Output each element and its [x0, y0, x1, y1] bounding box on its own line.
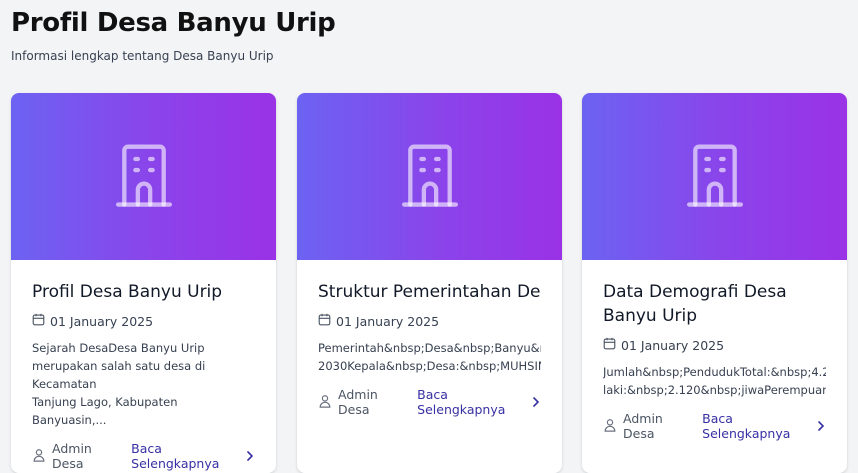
user-icon [603, 418, 617, 435]
card-hero [582, 93, 847, 260]
author-name: Admin Desa [623, 411, 663, 441]
read-more-label: Baca Selengkapnya [702, 411, 791, 441]
card-date: 01 January 2025 [318, 313, 541, 329]
card-excerpt: Jumlah&nbsp;PendudukTotal:&nbsp;4.245 la… [603, 365, 826, 397]
page-subtitle: Informasi lengkap tentang Desa Banyu Uri… [11, 49, 274, 63]
chevron-right-icon [245, 449, 255, 464]
author-name: Admin Desa [338, 387, 378, 417]
card-hero [11, 93, 276, 260]
read-more-label: Baca Selengkapnya [417, 387, 506, 417]
card-title[interactable]: Struktur Pemerintahan Desa [318, 260, 541, 304]
building-icon [400, 143, 460, 211]
card-body: Struktur Pemerintahan Desa 01 January 20… [297, 260, 562, 417]
card-author: Admin Desa [318, 387, 404, 417]
building-icon [114, 143, 174, 211]
user-icon [32, 448, 46, 465]
calendar-icon [318, 313, 331, 329]
date-text: 01 January 2025 [621, 337, 725, 353]
read-more-link[interactable]: Baca Selengkapnya [417, 387, 541, 417]
read-more-link[interactable]: Baca Selengkapnya [702, 411, 826, 441]
card-excerpt: Pemerintah&nbsp;Desa&nbsp;Banyu&nbsp;Uri… [318, 341, 541, 373]
card-excerpt: Sejarah DesaDesa Banyu Urip merupakan sa… [32, 341, 206, 427]
page-title: Profil Desa Banyu Urip [11, 8, 336, 38]
calendar-icon [603, 337, 616, 353]
calendar-icon [32, 313, 45, 329]
article-card: Struktur Pemerintahan Desa 01 January 20… [297, 93, 562, 473]
card-author: Admin Desa [603, 411, 689, 441]
building-icon [685, 143, 745, 211]
date-text: 01 January 2025 [50, 313, 154, 329]
card-title[interactable]: Profil Desa Banyu Urip [32, 260, 255, 304]
chevron-right-icon [816, 419, 826, 434]
user-icon [318, 394, 332, 411]
article-card: Profil Desa Banyu Urip 01 January 2025 S… [11, 93, 276, 473]
card-body: Profil Desa Banyu Urip 01 January 2025 S… [11, 260, 276, 471]
card-date: 01 January 2025 [32, 313, 255, 329]
card-date: 01 January 2025 [603, 337, 826, 353]
card-body: Data Demografi Desa Banyu Urip 01 Januar… [582, 260, 847, 441]
article-card: Data Demografi Desa Banyu Urip 01 Januar… [582, 93, 847, 473]
card-footer: Admin Desa Baca Selengkapnya [318, 387, 541, 417]
card-footer: Admin Desa Baca Selengkapnya [603, 411, 826, 441]
chevron-right-icon [531, 395, 541, 410]
date-text: 01 January 2025 [336, 313, 440, 329]
card-title[interactable]: Data Demografi Desa Banyu Urip [603, 260, 826, 328]
card-hero [297, 93, 562, 260]
